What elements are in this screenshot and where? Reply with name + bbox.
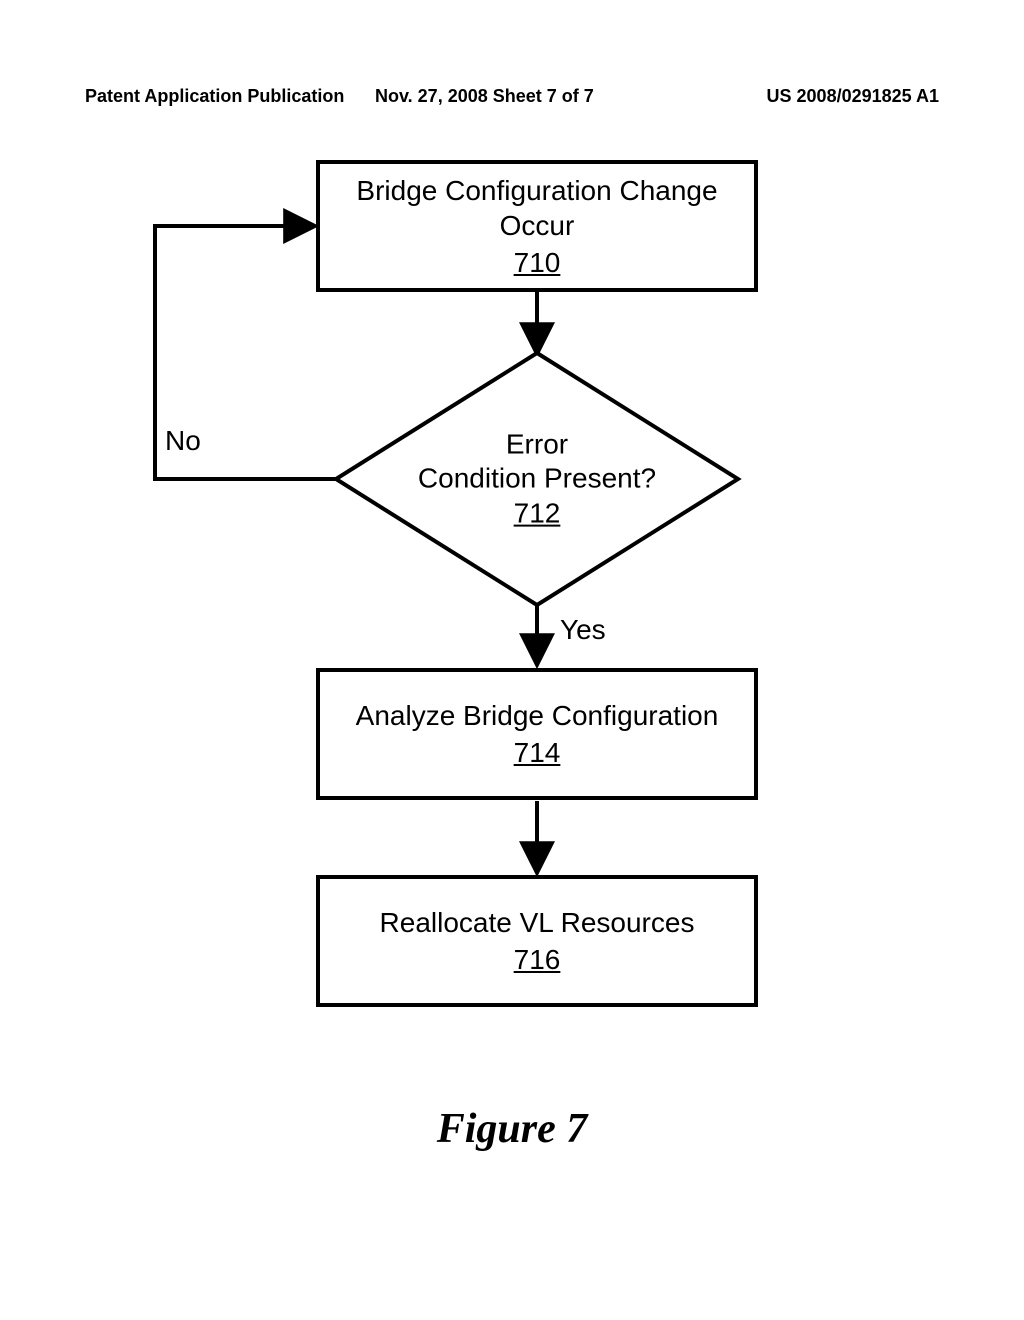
step-716-text: Reallocate VL Resources — [380, 905, 695, 940]
edge-label-yes: Yes — [560, 614, 606, 646]
decision-712-content: Error Condition Present? 712 — [407, 428, 667, 531]
step-716-ref: 716 — [514, 942, 561, 977]
step-714-text: Analyze Bridge Configuration — [356, 698, 719, 733]
figure-caption: Figure 7 — [437, 1105, 588, 1153]
step-714-ref: 714 — [514, 735, 561, 770]
step-reallocate-vl-resources: Reallocate VL Resources 716 — [316, 875, 758, 1007]
decision-error-condition: Error Condition Present? 712 — [336, 353, 738, 605]
flowchart: Bridge Configuration Change Occur 710 — [0, 0, 1024, 1320]
edge-label-no: No — [165, 425, 201, 457]
step-analyze-bridge-config: Analyze Bridge Configuration 714 — [316, 668, 758, 800]
decision-712-text: Error Condition Present? — [407, 428, 667, 495]
decision-712-ref: 712 — [514, 497, 561, 531]
